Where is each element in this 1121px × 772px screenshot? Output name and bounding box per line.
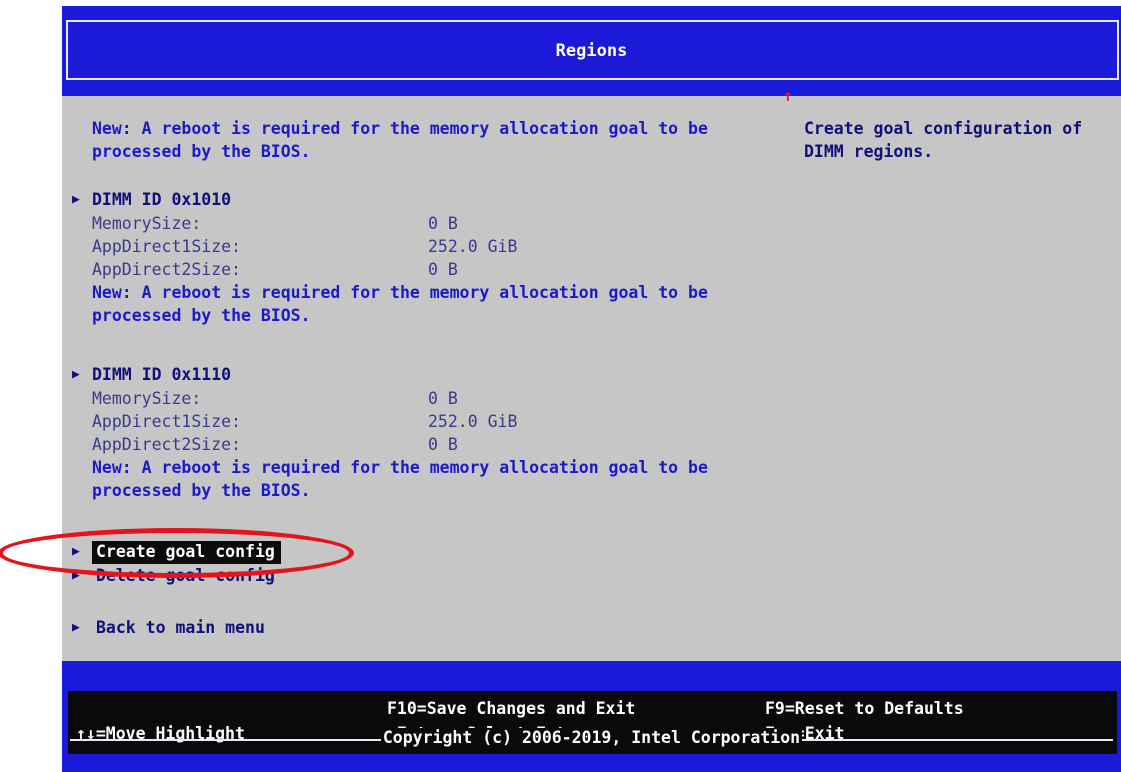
delete-goal-config-item[interactable]: Delete goal config [96, 565, 275, 587]
create-goal-config-item[interactable]: Create goal config [92, 541, 281, 564]
appdirect1-size-label: AppDirect1Size: [92, 237, 242, 256]
dimm-title[interactable]: DIMM ID 0x1110 [92, 364, 231, 386]
intro-note-line1: New: A reboot is required for the memory… [92, 119, 708, 138]
appdirect2-size-label: AppDirect2Size: [92, 435, 242, 454]
appdirect1-size-value: 252.0 GiB [428, 412, 518, 431]
appdirect2-size-value: 0 B [428, 260, 458, 279]
bios-screen: Regions ↑ New: A reboot is required for … [62, 6, 1121, 772]
submenu-arrow-icon: ▶ [72, 192, 80, 207]
help-text-line2: DIMM regions. [804, 142, 934, 161]
appdirect1-size-label: AppDirect1Size: [92, 412, 242, 431]
dimm-note-line1: New: A reboot is required for the memory… [92, 458, 708, 477]
submenu-arrow-icon: ▶ [72, 367, 80, 382]
dimm-note-line2: processed by the BIOS. [92, 306, 311, 325]
copyright-label: Copyright (c) 2006-2019, Intel Corporati… [380, 728, 803, 747]
appdirect2-size-label: AppDirect2Size: [92, 260, 242, 279]
dimm-note-line2: processed by the BIOS. [92, 481, 311, 500]
intro-note-line2: processed by the BIOS. [92, 142, 311, 161]
appdirect2-size-value: 0 B [428, 435, 458, 454]
memory-size-label: MemorySize: [92, 389, 202, 408]
submenu-arrow-icon: ▶ [72, 568, 80, 583]
memory-size-label: MemorySize: [92, 214, 202, 233]
submenu-arrow-icon: ▶ [72, 544, 80, 559]
save-exit-hint: F10=Save Changes and Exit [387, 699, 636, 718]
create-goal-config-label[interactable]: Create goal config [96, 541, 275, 563]
help-text-line1: Create goal configuration of [804, 119, 1083, 138]
page-title: Regions [555, 41, 628, 61]
submenu-arrow-icon: ▶ [72, 620, 80, 635]
dimm-note-line1: New: A reboot is required for the memory… [92, 283, 708, 302]
reset-defaults-hint: F9=Reset to Defaults [765, 699, 964, 718]
memory-size-value: 0 B [428, 389, 458, 408]
scroll-up-icon[interactable]: ↑ [783, 88, 793, 104]
memory-size-value: 0 B [428, 214, 458, 233]
dimm-title[interactable]: DIMM ID 0x1010 [92, 189, 231, 211]
copyright-text: Copyright (c) 2006-2019, Intel Corporati… [62, 728, 1121, 747]
header-bar: Regions [62, 6, 1121, 96]
back-to-main-menu-item[interactable]: Back to main menu [96, 617, 265, 639]
footer-bar: ↑↓=Move Highlight F10=Save Changes and E… [62, 661, 1121, 772]
appdirect1-size-value: 252.0 GiB [428, 237, 518, 256]
